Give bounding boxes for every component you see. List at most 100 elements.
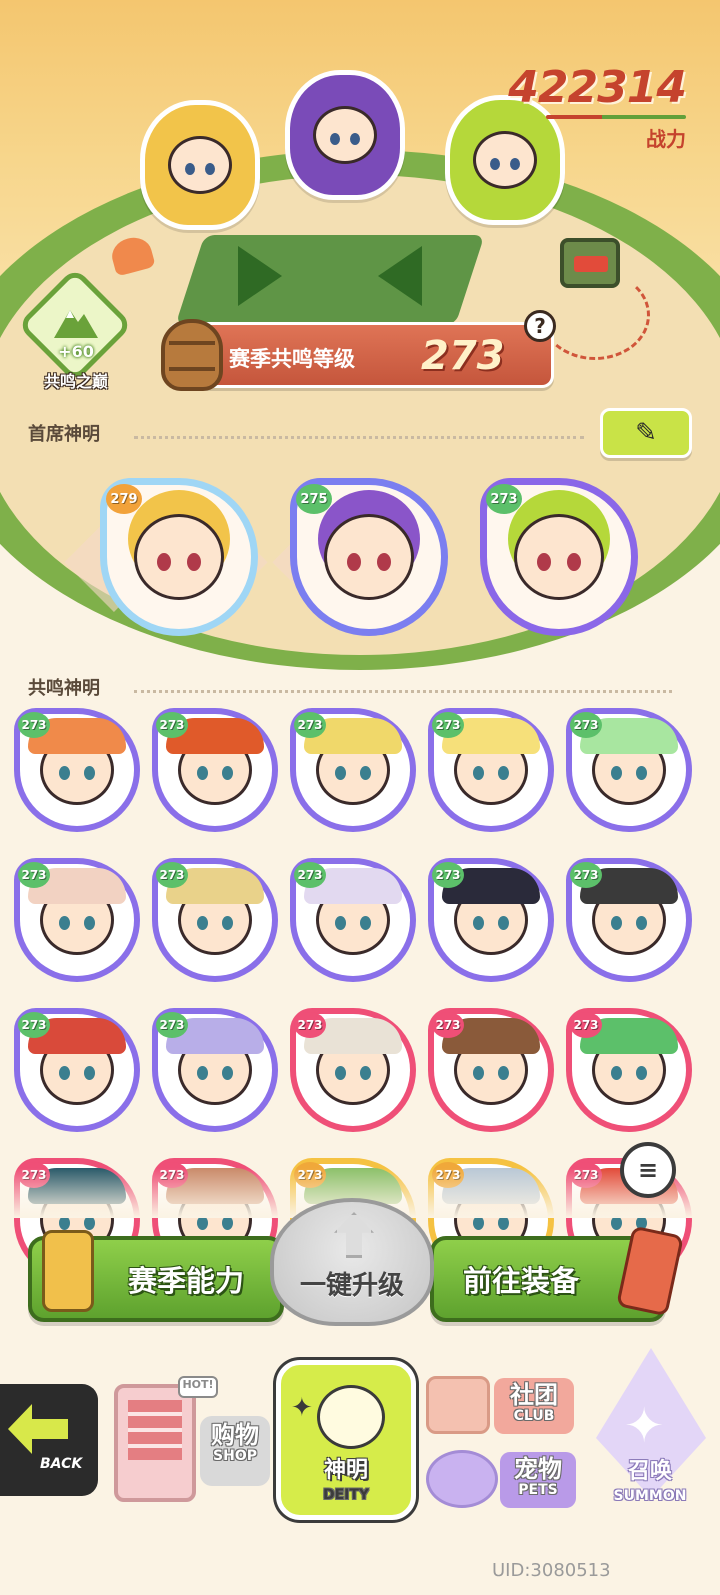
deity-label-en: DEITY xyxy=(322,1487,370,1503)
road-strip xyxy=(175,235,485,325)
vending-machine-icon xyxy=(114,1384,196,1502)
deity-face xyxy=(324,514,414,600)
peak-label: 共鸣之巅 xyxy=(43,372,108,391)
barrel-icon xyxy=(161,319,223,391)
section-divider xyxy=(134,690,672,693)
season-ability-button[interactable]: 赛季能力 xyxy=(28,1230,284,1322)
resonance-deity-card[interactable]: 273 xyxy=(290,708,416,832)
hammer-icon xyxy=(616,1225,684,1317)
nav-club[interactable]: 社团 CLUB xyxy=(420,1370,580,1440)
chief-deity-title: 首席神明 xyxy=(28,424,100,445)
shop-label-cn: 购物 xyxy=(211,1421,259,1449)
back-button[interactable]: BACK xyxy=(0,1384,98,1496)
star-icon: ✦ xyxy=(624,1398,665,1454)
back-arrow-icon xyxy=(8,1404,68,1454)
club-bag-icon xyxy=(426,1376,490,1434)
pets-label-cn: 宠物 xyxy=(514,1455,562,1483)
resonance-deity-card[interactable]: 273 xyxy=(290,1008,416,1132)
peak-bonus: +60 xyxy=(58,342,94,361)
chief-deity-card[interactable]: 273 xyxy=(480,478,638,636)
club-label-cn: 社团 xyxy=(510,1381,558,1409)
deity-screen: 422314 战力 +60 共鸣之巅 赛季共鸣等级 273 ? 首席神明 ✎ ◆… xyxy=(0,0,720,1595)
chief-deity-card[interactable]: 279 xyxy=(100,478,258,636)
resonance-deity-card[interactable]: 273 xyxy=(566,708,692,832)
resonance-deity-card[interactable]: 273 xyxy=(290,858,416,982)
drink-icon xyxy=(42,1230,94,1312)
team-character-1[interactable] xyxy=(140,100,260,230)
nav-shop[interactable]: HOT! 购物 SHOP xyxy=(104,1356,274,1506)
resonance-deity-card[interactable]: 273 xyxy=(14,1008,140,1132)
nav-pets[interactable]: 宠物 PETS xyxy=(420,1446,580,1516)
pets-label-en: PETS xyxy=(518,1482,558,1499)
filter-icon[interactable]: ≡ xyxy=(620,1142,676,1198)
chevron-left-icon xyxy=(378,246,422,306)
combat-power-value: 422314 xyxy=(508,62,687,113)
resonance-deity-card[interactable]: 273 xyxy=(14,858,140,982)
summon-label-cn: 召唤 xyxy=(627,1459,672,1484)
combat-power-label: 战力 xyxy=(646,127,686,151)
deity-face xyxy=(514,514,604,600)
deity-face xyxy=(134,514,224,600)
nav-summon[interactable]: ✦ 召唤 SUMMON xyxy=(580,1348,720,1518)
deity-mascot-icon xyxy=(317,1385,385,1449)
season-level-label: 赛季共鸣等级 xyxy=(229,347,355,371)
level-badge: 273 xyxy=(156,862,188,888)
dashed-route xyxy=(540,270,650,360)
level-badge: 273 xyxy=(294,1012,326,1038)
hot-tag: HOT! xyxy=(178,1376,218,1398)
upgrade-arrow-icon xyxy=(334,1212,374,1258)
edit-chief-button[interactable]: ✎ xyxy=(600,408,692,458)
level-badge: 273 xyxy=(432,1012,464,1038)
resonance-deity-card[interactable]: 273 xyxy=(152,858,278,982)
pets-label: 宠物 PETS xyxy=(500,1452,576,1508)
level-badge: 273 xyxy=(432,712,464,738)
back-label: BACK xyxy=(40,1456,83,1472)
go-equip-label: 前往装备 xyxy=(462,1264,579,1298)
go-equip-button[interactable]: 前往装备 xyxy=(430,1225,684,1322)
question-icon[interactable]: ? xyxy=(524,310,556,342)
resonance-deity-card[interactable]: 273 xyxy=(152,1008,278,1132)
resonance-deity-card[interactable]: 273 xyxy=(14,708,140,832)
club-label-en: CLUB xyxy=(513,1408,555,1425)
resonance-deity-card[interactable]: 273 xyxy=(566,858,692,982)
level-badge: 273 xyxy=(18,862,50,888)
combat-power: 422314 战力 xyxy=(508,62,687,152)
one-click-upgrade-button[interactable]: 一键升级 xyxy=(270,1198,434,1326)
resonance-deity-card[interactable]: 273 xyxy=(566,1008,692,1132)
resonance-deity-card[interactable]: 273 xyxy=(152,708,278,832)
sparkle-icon: ✦ xyxy=(291,1393,313,1423)
resonance-deity-card[interactable]: 273 xyxy=(428,1008,554,1132)
one-click-upgrade-label: 一键升级 xyxy=(299,1271,404,1301)
chevron-right-icon xyxy=(238,246,282,306)
level-badge: 273 xyxy=(18,712,50,738)
level-badge: 273 xyxy=(570,1012,602,1038)
nav-deity[interactable]: ✦ 神明 DEITY xyxy=(276,1360,416,1520)
level-badge: 273 xyxy=(432,862,464,888)
section-divider xyxy=(134,436,584,439)
user-id: UID:3080513 xyxy=(492,1560,611,1581)
deity-label-cn: 神明 xyxy=(323,1458,368,1483)
level-badge: 273 xyxy=(294,862,326,888)
shop-label: 购物 SHOP xyxy=(200,1416,270,1486)
character-face xyxy=(168,136,232,194)
team-character-2[interactable] xyxy=(285,70,405,200)
level-badge: 273 xyxy=(18,1012,50,1038)
level-badge: 275 xyxy=(296,484,332,514)
season-level-value: 273 xyxy=(421,333,505,379)
level-badge: 273 xyxy=(570,712,602,738)
level-badge: 273 xyxy=(486,484,522,514)
level-badge: 273 xyxy=(570,862,602,888)
pet-icon xyxy=(426,1450,498,1508)
resonance-deity-card[interactable]: 273 xyxy=(428,858,554,982)
character-face xyxy=(313,106,377,164)
resonance-deity-title: 共鸣神明 xyxy=(28,678,100,699)
mountain-icon xyxy=(54,310,98,338)
level-badge: 273 xyxy=(294,712,326,738)
chief-deity-card[interactable]: 275 xyxy=(290,478,448,636)
resonance-deity-card[interactable]: 273 xyxy=(428,708,554,832)
resonance-peak-button[interactable]: +60 共鸣之巅 xyxy=(17,267,133,394)
season-resonance-level: 赛季共鸣等级 273 xyxy=(161,319,554,391)
combat-power-underline xyxy=(546,115,686,119)
club-label: 社团 CLUB xyxy=(494,1378,574,1434)
shop-label-en: SHOP xyxy=(213,1448,257,1465)
